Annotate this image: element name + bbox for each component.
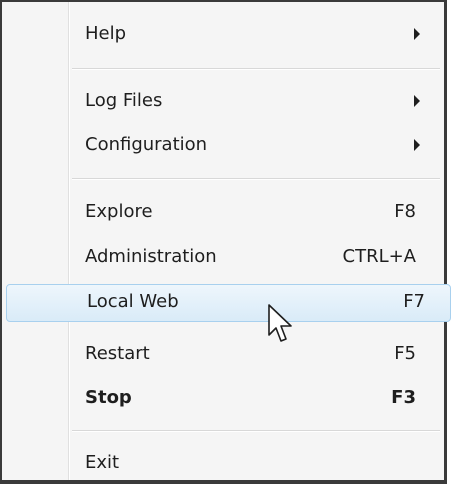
menu-item-stop[interactable]: Stop F3: [4, 380, 442, 416]
menu-item-exit[interactable]: Exit: [4, 445, 442, 481]
submenu-arrow-icon: [414, 28, 420, 40]
menu-item-help[interactable]: Help: [4, 16, 442, 52]
menu-item-label: Exit: [85, 452, 120, 473]
submenu-arrow-icon: [414, 95, 420, 107]
menu-item-label: Administration: [85, 246, 217, 267]
menu-item-log-files[interactable]: Log Files: [4, 83, 442, 119]
menu-item-label: Log Files: [85, 90, 163, 111]
menu-item-shortcut: F5: [394, 343, 416, 364]
menu-item-configuration[interactable]: Configuration: [4, 127, 442, 163]
menu-item-shortcut: CTRL+A: [342, 246, 417, 267]
menu-separator: [72, 68, 440, 70]
submenu-arrow-icon: [414, 139, 420, 151]
menu-separator: [72, 178, 440, 180]
menu-item-label: Stop: [85, 387, 132, 408]
menu-item-label: Help: [85, 23, 127, 44]
menu-item-label: Configuration: [85, 134, 208, 155]
menu-item-shortcut: F8: [394, 201, 416, 222]
mouse-cursor-icon: [268, 304, 292, 342]
context-menu: Help Log Files Configuration Explore F8 …: [0, 0, 451, 484]
menu-separator: [72, 430, 440, 432]
menu-item-shortcut: F7: [403, 291, 425, 312]
menu-item-restart[interactable]: Restart F5: [4, 336, 442, 372]
menu-item-shortcut: F3: [391, 387, 416, 408]
menu-item-explore[interactable]: Explore F8: [4, 194, 442, 230]
menu-item-label: Local Web: [87, 291, 179, 312]
menu-item-label: Restart: [85, 343, 150, 364]
menu-item-local-web[interactable]: Local Web F7: [6, 284, 451, 322]
menu-item-administration[interactable]: Administration CTRL+A: [4, 239, 442, 275]
menu-item-label: Explore: [85, 201, 153, 222]
